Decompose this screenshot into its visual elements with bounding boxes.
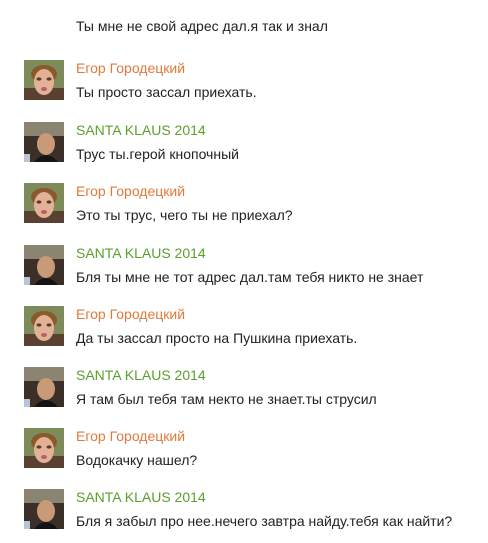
- author-name[interactable]: Егор Городецкий: [76, 306, 185, 322]
- message-text: Водокачку нашел?: [76, 452, 198, 468]
- author-name[interactable]: SANTA KLAUS 2014: [76, 122, 206, 138]
- chat-message: Егор Городецкий Ты просто зассал приехат…: [0, 60, 488, 112]
- chat-log: Ты мне не свой адрес дал.я так и знал Ег…: [0, 0, 488, 543]
- avatar[interactable]: [24, 428, 64, 468]
- egor-avatar-icon: [24, 306, 64, 346]
- santa-avatar-icon: [24, 489, 64, 529]
- chat-message: Егор Городецкий Да ты зассал просто на П…: [0, 306, 488, 358]
- avatar[interactable]: [24, 60, 64, 100]
- message-text: Бля я забыл про нее.нечего завтра найду.…: [76, 513, 453, 529]
- egor-avatar-icon: [24, 183, 64, 223]
- santa-avatar-icon: [24, 367, 64, 407]
- chat-message: SANTA KLAUS 2014 Я там был тебя там нект…: [0, 367, 488, 419]
- avatar[interactable]: [24, 306, 64, 346]
- avatar[interactable]: [24, 367, 64, 407]
- message-text: Ты мне не свой адрес дал.я так и знал: [76, 18, 328, 34]
- author-name[interactable]: SANTA KLAUS 2014: [76, 367, 206, 383]
- message-text: Да ты зассал просто на Пушкина приехать.: [76, 330, 358, 346]
- santa-avatar-icon: [24, 245, 64, 285]
- avatar[interactable]: [24, 245, 64, 285]
- author-name[interactable]: Егор Городецкий: [76, 60, 185, 76]
- chat-message: Егор Городецкий Водокачку нашел?: [0, 428, 488, 480]
- chat-message: SANTA KLAUS 2014 Бля ты мне не тот адрес…: [0, 245, 488, 297]
- message-text: Ты просто зассал приехать.: [76, 84, 257, 100]
- avatar[interactable]: [24, 183, 64, 223]
- message-text: Это ты трус, чего ты не приехал?: [76, 207, 293, 223]
- egor-avatar-icon: [24, 60, 64, 100]
- avatar[interactable]: [24, 489, 64, 529]
- author-name[interactable]: SANTA KLAUS 2014: [76, 245, 206, 261]
- message-text: Бля ты мне не тот адрес дал.там тебя ник…: [76, 269, 424, 285]
- message-text: Трус ты.герой кнопочный: [76, 146, 239, 162]
- chat-message: Егор Городецкий Это ты трус, чего ты не …: [0, 183, 488, 235]
- author-name[interactable]: SANTA KLAUS 2014: [76, 489, 206, 505]
- author-name[interactable]: Егор Городецкий: [76, 183, 185, 199]
- chat-message: SANTA KLAUS 2014 Трус ты.герой кнопочный: [0, 122, 488, 174]
- message-text: Я там был тебя там некто не знает.ты стр…: [76, 391, 377, 407]
- avatar[interactable]: [24, 122, 64, 162]
- egor-avatar-icon: [24, 428, 64, 468]
- chat-message: SANTA KLAUS 2014 Бля я забыл про нее.неч…: [0, 489, 488, 541]
- author-name[interactable]: Егор Городецкий: [76, 428, 185, 444]
- santa-avatar-icon: [24, 122, 64, 162]
